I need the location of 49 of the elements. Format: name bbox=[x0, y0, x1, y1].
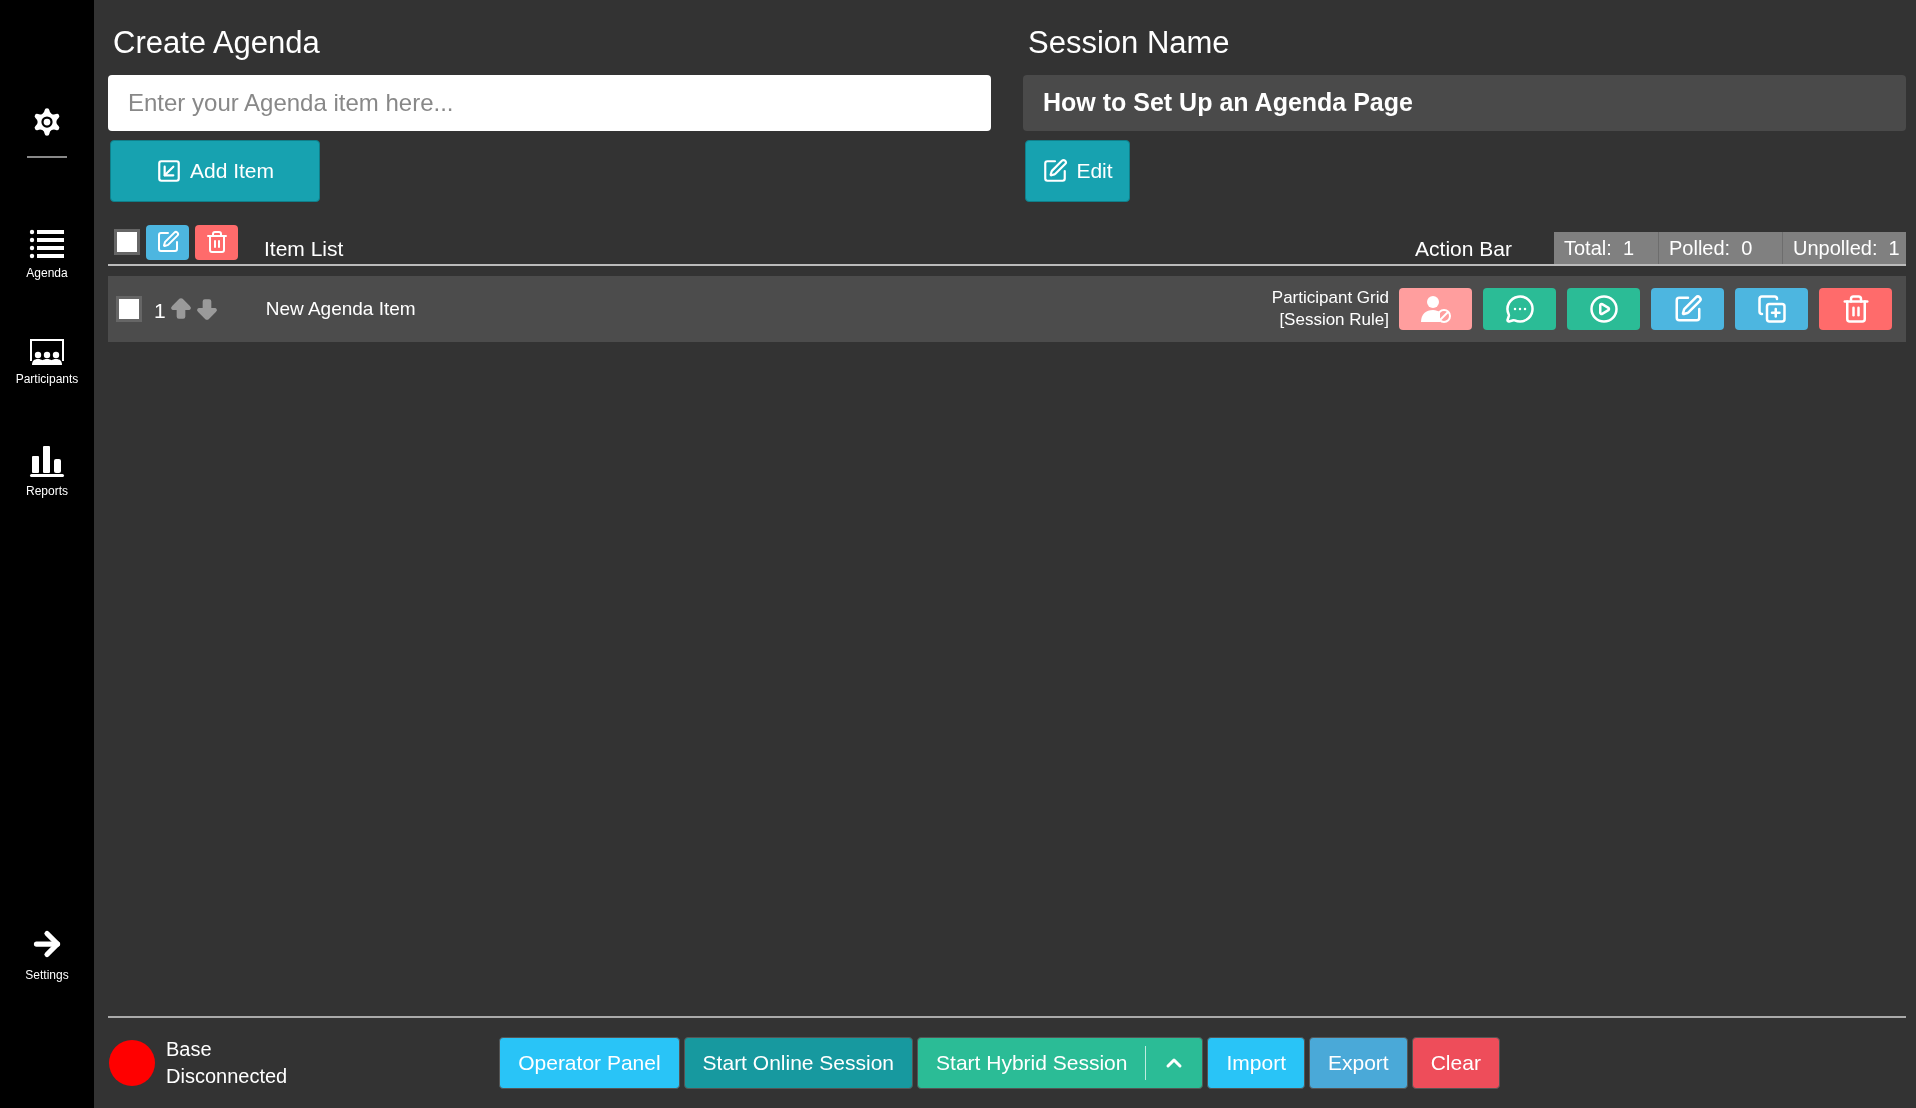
footer-button[interactable]: Operator Panel bbox=[499, 1037, 680, 1089]
agenda-row[interactable]: 1 New Agenda Item Participant Grid [Session Rule] bbox=[108, 275, 1906, 342]
status-title: Base bbox=[166, 1037, 213, 1062]
footer-button[interactable]: Clear bbox=[1411, 1037, 1500, 1089]
edit-button[interactable] bbox=[1651, 287, 1724, 330]
agenda-input-field[interactable]: Enter your Agenda item here... bbox=[108, 74, 991, 131]
play-button[interactable] bbox=[1567, 287, 1640, 330]
stat-counter: Polled: 0 bbox=[1658, 231, 1782, 264]
footer-button[interactable]: Export bbox=[1309, 1037, 1408, 1089]
checkbox[interactable] bbox=[114, 229, 140, 256]
column-heading: Item List bbox=[264, 236, 344, 263]
delete-button[interactable] bbox=[1819, 287, 1892, 330]
bulk-edit-button[interactable] bbox=[146, 224, 189, 260]
sidebar-item[interactable]: Agenda bbox=[26, 264, 68, 282]
list-icon bbox=[29, 228, 65, 260]
import-icon bbox=[155, 157, 182, 184]
section-title: Session Name bbox=[1028, 24, 1231, 62]
duplicate-icon bbox=[1756, 293, 1787, 324]
participant-rule-button[interactable] bbox=[1399, 287, 1472, 330]
section-title: Create Agenda bbox=[113, 24, 321, 62]
user-blocked-icon bbox=[1418, 293, 1453, 324]
stat-counter: Total: 1 bbox=[1563, 235, 1636, 261]
audience-icon bbox=[29, 338, 65, 366]
footer-button[interactable]: Start Online Session bbox=[683, 1037, 914, 1089]
bulk-delete-button[interactable] bbox=[195, 224, 238, 260]
session-name-field[interactable]: How to Set Up an Agenda Page bbox=[1023, 74, 1906, 131]
edit-icon bbox=[155, 230, 180, 255]
edit-session-button[interactable]: Edit bbox=[1025, 139, 1130, 202]
sidebar-item[interactable]: Reports bbox=[26, 482, 68, 500]
footer-button[interactable]: Import bbox=[1207, 1037, 1305, 1089]
add-item-button[interactable]: Add Item bbox=[110, 139, 320, 202]
chat-bubble-icon bbox=[1504, 293, 1535, 324]
sidebar-item[interactable]: Participants bbox=[15, 370, 79, 388]
connection-status: Disconnected bbox=[166, 1064, 288, 1089]
sidebar-item[interactable]: Settings bbox=[25, 966, 69, 984]
checkbox[interactable] bbox=[116, 295, 142, 322]
footer-button[interactable]: Start Hybrid Session bbox=[917, 1037, 1204, 1089]
column-heading: Action Bar bbox=[1415, 236, 1512, 263]
item-number: 1 bbox=[154, 298, 166, 324]
edit-icon bbox=[1042, 157, 1069, 184]
item-title: New Agenda Item bbox=[265, 296, 416, 321]
trash-icon bbox=[204, 230, 229, 255]
participant-grid-label: Participant Grid bbox=[1271, 286, 1389, 309]
duplicate-button[interactable] bbox=[1735, 287, 1808, 330]
session-rule-label: [Session Rule] bbox=[1279, 308, 1389, 331]
play-icon bbox=[1588, 293, 1619, 324]
bar-chart-icon bbox=[29, 444, 65, 478]
stat-counter: Unpolled: 1 bbox=[1782, 231, 1906, 264]
comment-button[interactable] bbox=[1483, 287, 1556, 330]
